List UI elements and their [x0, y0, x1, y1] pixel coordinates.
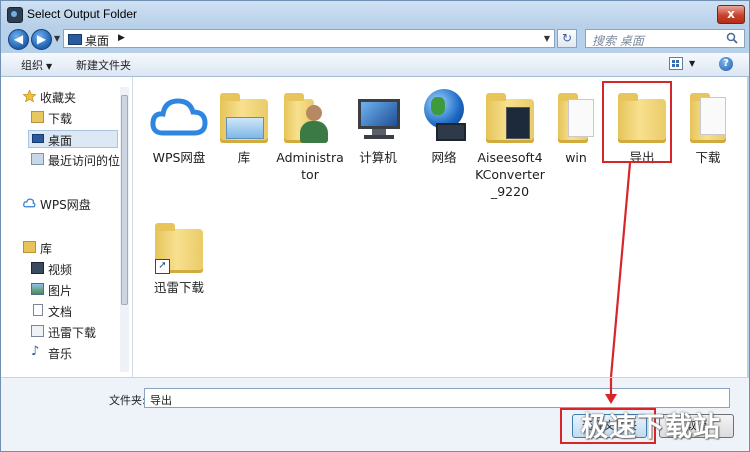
window-title: Select Output Folder [27, 7, 138, 21]
new-folder-button[interactable]: 新建文件夹 [76, 57, 131, 73]
sidebar-item-xunlei[interactable]: 迅雷下载 [31, 323, 119, 341]
change-view-icon[interactable] [669, 57, 683, 70]
sidebar-item-label: 桌面 [48, 134, 73, 148]
sidebar-item-wps[interactable]: WPS网盘 [23, 195, 118, 213]
sidebar-item-pictures[interactable]: 图片 [31, 281, 119, 299]
sidebar-item-desktop[interactable]: 桌面 [28, 130, 118, 148]
sidebar-item-music[interactable]: ♪ 音乐 [31, 344, 119, 362]
download-folder-icon [31, 111, 44, 123]
navigation-pane: 收藏夹 下载 桌面 最近访问的位 WPS网盘 库 视频 图片 文档 迅雷下载 ♪… [1, 77, 133, 377]
breadcrumb-arrow-icon[interactable]: ▶ [118, 33, 125, 43]
organize-label: 组织 [21, 59, 43, 72]
app-icon [7, 7, 23, 23]
sidebar-item-documents[interactable]: 文档 [31, 302, 119, 320]
sidebar-item-label: 视频 [48, 263, 73, 277]
search-input[interactable]: 搜索 桌面 [592, 32, 644, 49]
desktop-icon [68, 34, 82, 45]
music-library-icon: ♪ [31, 344, 40, 359]
command-toolbar: 组织 ▼ 新建文件夹 ▼ ? [1, 53, 749, 77]
sidebar-item-label: 下载 [48, 112, 73, 126]
document-library-icon [33, 304, 43, 316]
sidebar-item-label: 最近访问的位 [48, 154, 121, 168]
library-icon [23, 241, 36, 253]
forward-arrow-icon: ▶ [36, 32, 47, 46]
navigation-bar: ◀ ▶ ▼ 桌面 ▶ ▼ ↻ 搜索 桌面 [1, 28, 749, 50]
view-dropdown-icon[interactable]: ▼ [689, 59, 695, 68]
video-library-icon [31, 262, 44, 274]
sidebar-item-label: 音乐 [48, 347, 73, 361]
refresh-button[interactable]: ↻ [557, 29, 577, 48]
library-label: 库 [40, 242, 53, 256]
sidebar-item-label: 文档 [48, 305, 73, 319]
help-icon[interactable]: ? [719, 57, 733, 71]
address-path[interactable]: 桌面 [85, 32, 109, 49]
picture-library-icon [31, 283, 44, 295]
xunlei-library-icon [31, 325, 44, 337]
refresh-icon: ↻ [561, 31, 573, 45]
organize-button[interactable]: 组织 ▼ [21, 57, 52, 73]
sidebar-item-recent[interactable]: 最近访问的位 [31, 151, 121, 169]
close-button[interactable]: x [717, 5, 745, 24]
dialog-window: Select Output Folder x ◀ ▶ ▼ 桌面 ▶ ▼ ↻ 搜索… [0, 0, 750, 452]
sidebar-item-label: 图片 [48, 284, 73, 298]
organize-caret-icon: ▼ [46, 62, 53, 71]
address-dropdown-icon[interactable]: ▼ [544, 34, 550, 43]
desktop-icon [32, 134, 44, 143]
search-icon[interactable] [726, 32, 738, 44]
annotation-arrow [609, 162, 632, 377]
star-icon [23, 90, 36, 102]
title-bar: Select Output Folder x [1, 1, 749, 28]
back-button[interactable]: ◀ [8, 29, 29, 50]
sidebar-item-label: 迅雷下载 [48, 326, 97, 340]
recent-places-icon [31, 153, 44, 165]
file-list: WPS网盘 库 Administrator 计算机 网络 Aiseesoft4K… [133, 77, 747, 377]
sidebar-item-videos[interactable]: 视频 [31, 260, 119, 278]
back-arrow-icon: ◀ [13, 32, 24, 46]
search-box[interactable]: 搜索 桌面 [585, 29, 745, 48]
sidebar-item-downloads[interactable]: 下载 [31, 109, 119, 127]
favorites-label: 收藏夹 [40, 91, 77, 105]
sidebar-item-label: WPS网盘 [40, 198, 91, 212]
address-bar[interactable]: 桌面 ▶ ▼ [63, 29, 555, 48]
cloud-icon [23, 198, 36, 208]
sidebar-favorites-header[interactable]: 收藏夹 [23, 88, 118, 106]
sidebar-scrollbar[interactable] [120, 87, 129, 372]
sidebar-library-header[interactable]: 库 [23, 239, 118, 257]
sidebar-scrollbar-thumb[interactable] [121, 95, 128, 305]
watermark-text: 极速下载站 [581, 412, 721, 443]
recent-pages-dropdown-icon[interactable]: ▼ [54, 34, 60, 43]
forward-button[interactable]: ▶ [31, 29, 52, 50]
